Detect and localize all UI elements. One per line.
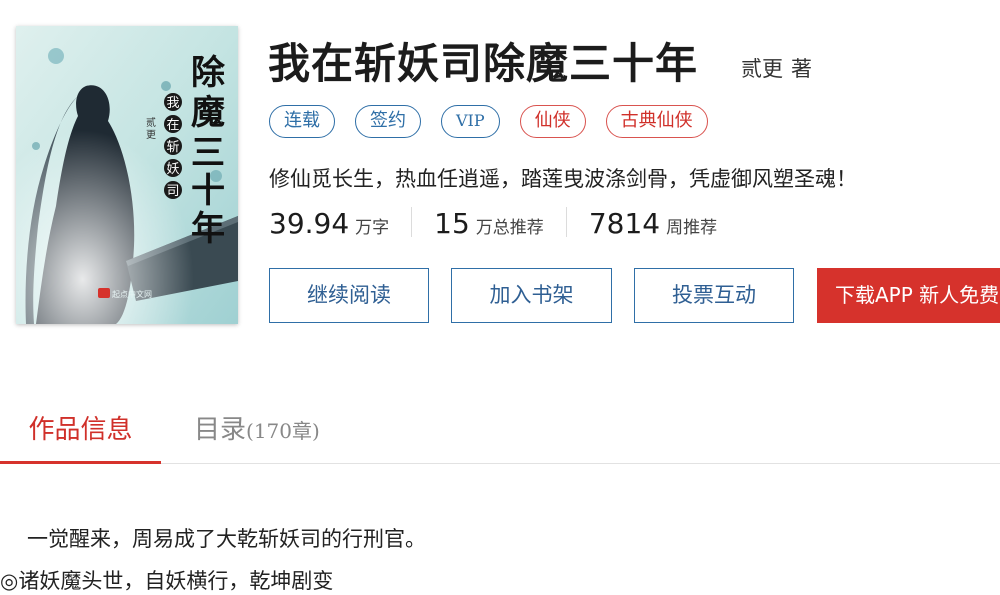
svg-text:三: 三 <box>191 133 225 173</box>
book-cover[interactable]: 除 魔 三 十 年 我 在 斩 妖 司 贰 更 起点中文网 <box>16 26 238 324</box>
svg-text:更: 更 <box>146 129 156 141</box>
book-title: 我在斩妖司除魔三十年 <box>268 39 699 88</box>
continue-reading-button[interactable]: 继续阅读 <box>269 268 429 323</box>
svg-text:在: 在 <box>166 118 179 133</box>
tab-table-of-contents[interactable]: 目录(170章) <box>194 400 320 464</box>
vote-button[interactable]: 投票互动 <box>634 268 794 323</box>
svg-text:十: 十 <box>191 171 225 211</box>
download-app-button[interactable]: 下载APP 新人免费 <box>817 268 1000 323</box>
tag-signed[interactable]: 签约 <box>355 105 421 138</box>
stat-weekly-recommend: 7814 周推荐 <box>588 207 739 240</box>
tag-vip[interactable]: VIP <box>441 105 500 138</box>
svg-text:司: 司 <box>166 184 179 199</box>
tag-serializing[interactable]: 连载 <box>269 105 335 138</box>
chapter-count: (170章) <box>246 419 320 443</box>
stat-total-recommend: 15 万总推荐 <box>434 207 567 240</box>
description-line: ◎诸妖魔头世，自妖横行，乾坤剧变 <box>0 569 334 593</box>
svg-text:斩: 斩 <box>166 140 179 155</box>
tag-genre[interactable]: 仙侠 <box>519 105 586 138</box>
svg-text:年: 年 <box>191 209 225 249</box>
stat-value: 15 <box>434 207 470 240</box>
author-suffix: 著 <box>791 57 812 81</box>
svg-text:魔: 魔 <box>191 93 225 133</box>
stat-value: 39.94 <box>269 207 350 240</box>
svg-text:妖: 妖 <box>166 162 179 177</box>
description-line: 一觉醒来，周易成了大乾斩妖司的行刑官。 <box>27 527 426 551</box>
tab-toc-label: 目录 <box>194 415 247 445</box>
stat-word-count: 39.94 万字 <box>269 207 413 240</box>
stat-unit: 周推荐 <box>666 218 718 238</box>
tag-subgenre[interactable]: 古典仙侠 <box>605 105 708 138</box>
svg-text:贰: 贰 <box>146 116 156 129</box>
tab-book-info[interactable]: 作品信息 <box>0 400 161 464</box>
add-to-shelf-button[interactable]: 加入书架 <box>451 268 612 323</box>
author-name[interactable]: 贰更 <box>741 57 783 81</box>
stat-unit: 万字 <box>355 218 390 238</box>
book-intro: 修仙觅长生，热血任逍遥，踏莲曳波涤剑骨，凭虚御风塑圣魂！ <box>269 167 857 191</box>
cover-title-char: 除 <box>191 53 226 93</box>
tag-list: 连载 签约 VIP 仙侠 古典仙侠 <box>269 105 708 138</box>
svg-text:我: 我 <box>166 96 179 111</box>
svg-text:起点中文网: 起点中文网 <box>112 289 152 299</box>
book-author[interactable]: 贰更著 <box>741 53 812 83</box>
tab-bar: 作品信息 目录(170章) <box>0 400 1000 464</box>
stat-unit: 万总推荐 <box>475 218 544 238</box>
stat-value: 7814 <box>588 207 661 240</box>
book-stats: 39.94 万字 15 万总推荐 7814 周推荐 <box>269 207 761 240</box>
